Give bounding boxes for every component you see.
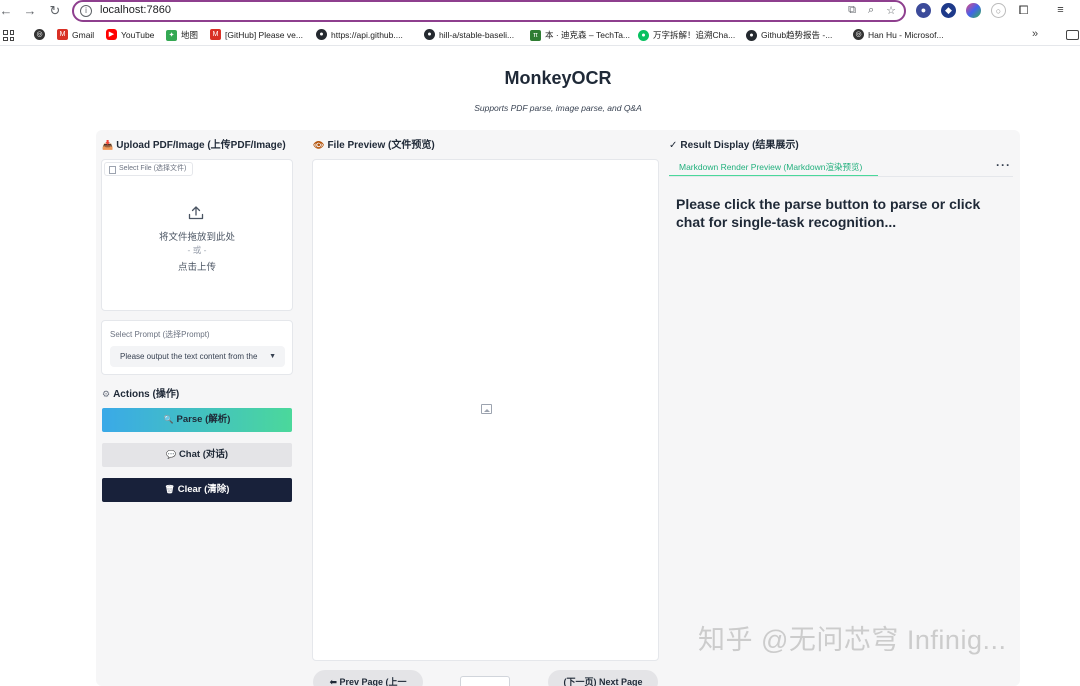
next-page-button[interactable]: (下一页) Next Page — [548, 670, 658, 686]
prompt-value: Please output the text content from the — [120, 352, 258, 361]
prompt-dropdown[interactable]: Please output the text content from the … — [110, 346, 285, 367]
site-info-icon[interactable]: i — [80, 5, 92, 17]
speech-bubble-icon: 💬 — [165, 450, 176, 459]
address-bar[interactable]: i localhost:7860 ⧉ ⌕ ☆ — [72, 0, 906, 22]
extension-icon-2[interactable]: ◆ — [941, 3, 956, 18]
click-upload-text: 点击上传 — [177, 262, 216, 273]
extension-icon-1[interactable]: ● — [916, 3, 931, 18]
bookmark-item[interactable]: ▶ YouTube — [106, 29, 154, 40]
browser-toolbar: ← → ↻ i localhost:7860 ⧉ ⌕ ☆ ● ◆ ○ ⧠ ≡ ⋮ — [0, 0, 1080, 24]
github-icon: ● — [316, 29, 327, 40]
page-number-input[interactable] — [460, 676, 510, 686]
bookmark-item[interactable]: ● 万字拆解！追溯Cha... — [638, 29, 735, 41]
chat-button[interactable]: 💬 Chat (对话) — [102, 443, 292, 467]
trash-icon: 🗑 — [164, 485, 175, 494]
chevron-down-icon: ▼ — [269, 353, 276, 360]
or-text: - 或 - — [187, 245, 207, 255]
maps-icon: ✦ — [166, 29, 177, 41]
globe-icon: ◎ — [34, 29, 45, 40]
bookmark-item[interactable]: ✦ 地图 — [166, 29, 198, 41]
gmail-icon: M — [210, 29, 221, 40]
globe-icon: ◎ — [853, 29, 864, 40]
tab-divider — [669, 176, 1013, 177]
bookmarks-more-button[interactable]: » — [1032, 28, 1038, 40]
back-icon[interactable]: ← — [0, 3, 14, 19]
wechat-icon: ● — [638, 29, 649, 41]
eye-icon: 👁 — [313, 140, 325, 150]
more-options-icon[interactable]: ··· — [996, 158, 1011, 172]
checkmark-icon: ✓ — [669, 140, 678, 151]
image-placeholder-icon — [481, 404, 492, 414]
search-icon: 🔍 — [163, 415, 174, 424]
bookmark-item[interactable]: M Gmail — [57, 29, 94, 40]
reload-icon[interactable]: ↻ — [47, 3, 63, 19]
apps-grid-icon[interactable] — [3, 30, 14, 41]
select-file-tag: Select File (选择文件) — [104, 162, 194, 176]
url-text[interactable]: localhost:7860 — [100, 4, 171, 16]
bookmark-star-icon[interactable]: ☆ — [886, 4, 896, 17]
file-upload-dropzone[interactable]: Select File (选择文件) 将文件拖放到此处 - 或 - 点击上传 — [101, 159, 293, 311]
arrow-left-icon: ⬅ — [329, 677, 340, 686]
preview-section-label: 👁 File Preview (文件预览) — [313, 140, 435, 151]
folder-icon[interactable] — [1066, 30, 1079, 40]
watermark: 知乎 @无问芯穹 Infinig... — [698, 625, 1007, 655]
bookmarks-bar: ◎ M Gmail ▶ YouTube ✦ 地图 M [GitHub] Plea… — [0, 26, 1080, 46]
extensions-puzzle-icon[interactable]: ⧠ — [1016, 3, 1031, 18]
forward-icon[interactable]: → — [22, 3, 38, 19]
bookmark-item[interactable]: ◎ Han Hu - Microsof... — [853, 29, 944, 40]
clear-button[interactable]: 🗑 Clear (清除) — [102, 478, 292, 502]
bookmark-item[interactable]: ● https://api.github.... — [316, 29, 403, 40]
prompt-label: Select Prompt (选择Prompt) — [110, 330, 210, 339]
bookmark-item[interactable]: ◎ — [34, 29, 45, 40]
result-message: Please click the parse button to parse o… — [676, 196, 981, 230]
zoom-icon[interactable]: ⌕ — [868, 4, 874, 17]
result-section-label: ✓ Result Display (结果展示) — [669, 140, 799, 151]
upload-inbox-icon: 📥 — [102, 140, 114, 150]
app-title: MonkeyOCR — [504, 68, 612, 88]
bookmark-item[interactable]: ● Github趋势报告 -... — [746, 29, 832, 41]
gear-icon: ⚙ — [102, 389, 111, 399]
chat-bubble-icon[interactable]: ○ — [991, 3, 1006, 18]
bookmark-item[interactable]: π 本 · 迪克森 – TechTa... — [530, 29, 630, 41]
actions-section-label: ⚙ Actions (操作) — [102, 389, 180, 400]
github-icon: ● — [746, 29, 757, 41]
extension-icon-3[interactable] — [966, 3, 981, 18]
tab-markdown-preview[interactable]: Markdown Render Preview (Markdown渲染预览) — [669, 159, 878, 177]
upload-section-label: 📥 Upload PDF/Image (上传PDF/Image) — [102, 140, 286, 151]
youtube-icon: ▶ — [106, 29, 117, 40]
translate-icon[interactable]: ⧉ — [848, 4, 856, 17]
techtarget-icon: π — [530, 29, 541, 41]
prev-page-button[interactable]: ⬅ Prev Page (上一 — [313, 670, 423, 686]
upload-icon — [188, 206, 204, 220]
bookmark-item[interactable]: M [GitHub] Please ve... — [210, 29, 303, 40]
gmail-icon: M — [57, 29, 68, 40]
prompt-select-panel: Select Prompt (选择Prompt) Please output t… — [101, 320, 293, 375]
media-icon[interactable]: ≡ — [1053, 3, 1068, 18]
app-subtitle: Supports PDF parse, image parse, and Q&A — [474, 103, 642, 113]
github-icon: ● — [424, 29, 435, 40]
file-preview-area — [312, 159, 659, 661]
drop-text: 将文件拖放到此处 — [158, 232, 235, 243]
parse-button[interactable]: 🔍 Parse (解析) — [102, 408, 292, 432]
bookmark-item[interactable]: ● hill-a/stable-baseli... — [424, 29, 514, 40]
